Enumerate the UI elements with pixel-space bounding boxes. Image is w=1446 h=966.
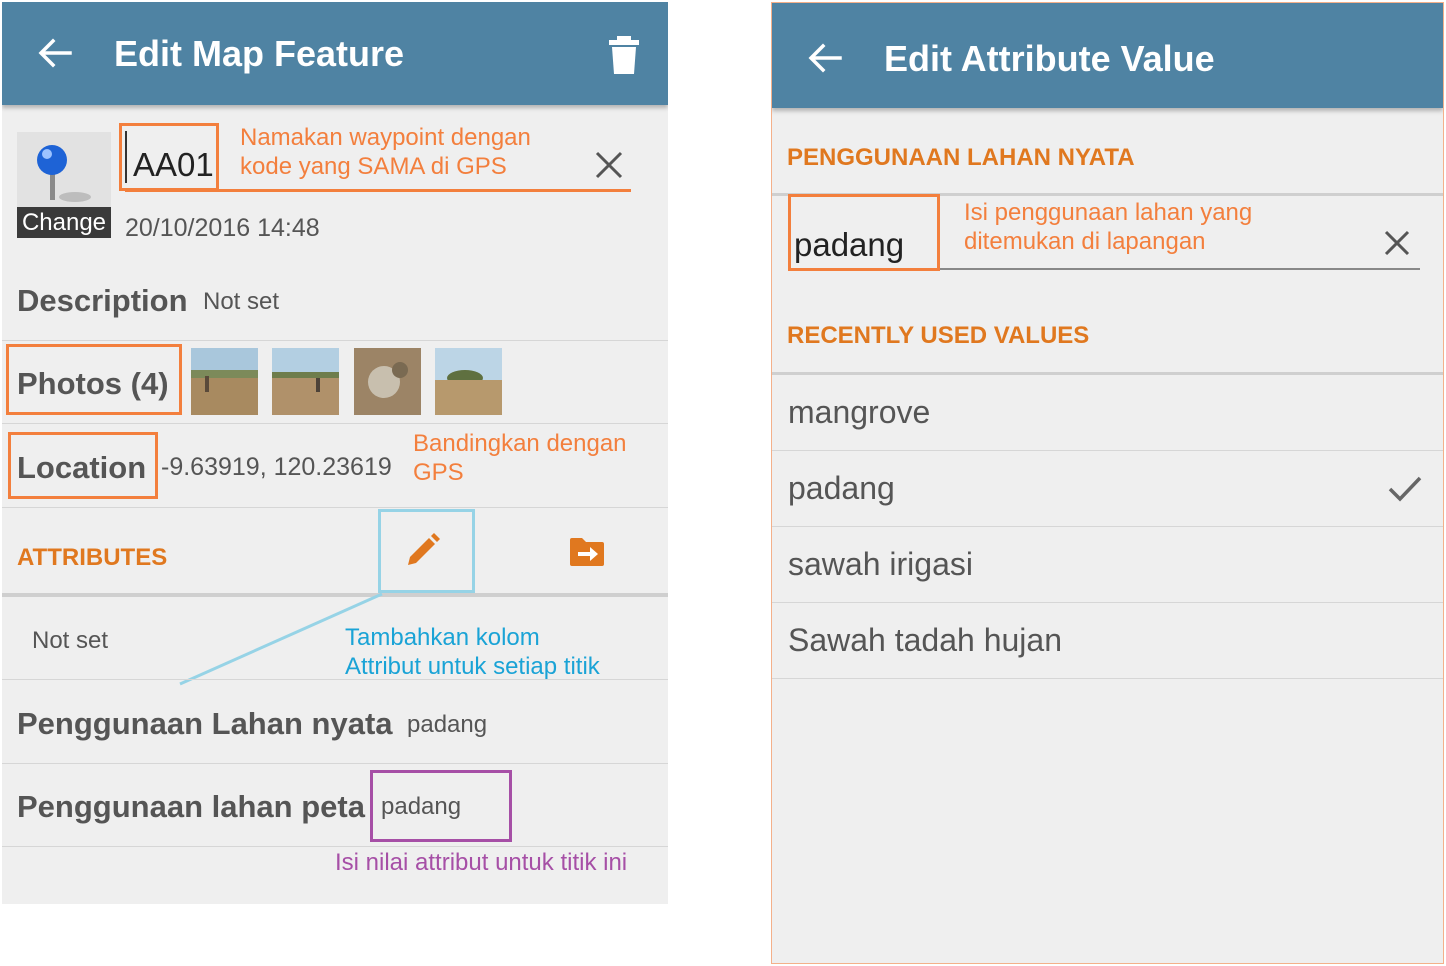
checkmark-icon	[1388, 476, 1422, 502]
edit-map-feature-screen: Edit Map Feature Change AA01 Namakan way…	[2, 2, 668, 904]
edit-attribute-value-screen: Edit Attribute Value PENGGUNAAN LAHAN NY…	[771, 2, 1444, 964]
name-input-cursor	[125, 131, 127, 183]
attribute-label-nyata[interactable]: Penggunaan Lahan nyata	[17, 706, 393, 742]
attributes-note: Tambahkan kolom Attribut untuk setiap ti…	[345, 624, 600, 680]
divider	[2, 763, 668, 764]
field-heading: PENGGUNAAN LAHAN NYATA	[787, 144, 1135, 171]
recent-value-label: mangrove	[788, 394, 931, 430]
app-bar: Edit Map Feature	[2, 2, 668, 105]
close-icon[interactable]	[1383, 229, 1411, 257]
photos-label[interactable]: Photos (4)	[17, 366, 169, 402]
photo-thumbnail[interactable]	[272, 348, 339, 415]
input-underline	[940, 268, 1420, 270]
page-title: Edit Map Feature	[114, 33, 405, 74]
divider	[2, 423, 668, 424]
input-note: Isi penggunaan lahan yang ditemukan di l…	[964, 199, 1253, 255]
recent-values-heading: RECENTLY USED VALUES	[787, 322, 1090, 349]
description-value[interactable]: Not set	[203, 288, 279, 316]
recent-value-label: sawah irigasi	[788, 546, 973, 582]
location-value: -9.63919, 120.23619	[161, 453, 392, 481]
description-label: Description	[17, 283, 188, 318]
photo-thumbnail[interactable]	[354, 348, 421, 415]
back-arrow-icon[interactable]	[806, 39, 844, 77]
photo-thumbnail[interactable]	[435, 348, 502, 415]
name-input[interactable]: AA01	[133, 146, 214, 184]
divider	[2, 507, 668, 508]
location-label[interactable]: Location	[17, 450, 146, 486]
divider	[2, 679, 668, 680]
feature-datetime: 20/10/2016 14:48	[125, 214, 320, 242]
attribute-value-peta[interactable]: padang	[381, 793, 461, 821]
recent-value-label: Sawah tadah hujan	[788, 622, 1062, 658]
attribute-value-nyata[interactable]: padang	[407, 711, 487, 739]
recent-value-item[interactable]: Sawah tadah hujan	[772, 603, 1443, 679]
name-note: Namakan waypoint dengan kode yang SAMA d…	[240, 124, 531, 180]
marker-change-button[interactable]: Change	[17, 132, 111, 238]
map-pin-icon	[37, 145, 91, 202]
location-note: Bandingkan dengan GPS	[413, 430, 627, 486]
attributes-value: Not set	[32, 627, 109, 654]
pencil-icon[interactable]	[405, 532, 441, 568]
page-title: Edit Attribute Value	[884, 38, 1215, 79]
attributes-heading: ATTRIBUTES	[17, 544, 168, 571]
change-label: Change	[17, 207, 111, 238]
attribute-label-peta[interactable]: Penggunaan lahan peta	[17, 789, 365, 825]
recent-value-item[interactable]: sawah irigasi	[772, 527, 1443, 603]
attribute-value-input[interactable]: padang	[794, 226, 904, 264]
value-note: Isi nilai attribut untuk titik ini	[335, 849, 628, 876]
recent-value-label: padang	[788, 470, 895, 506]
photo-thumbnail[interactable]	[191, 348, 258, 415]
close-icon[interactable]	[594, 150, 624, 180]
trash-icon[interactable]	[604, 34, 644, 76]
divider	[2, 340, 668, 341]
back-arrow-icon[interactable]	[36, 34, 74, 72]
folder-arrow-icon[interactable]	[568, 536, 606, 568]
recent-value-item[interactable]: mangrove	[772, 375, 1443, 451]
app-bar: Edit Attribute Value	[772, 3, 1443, 108]
recent-value-item[interactable]: padang	[772, 451, 1443, 527]
name-input-underline	[125, 189, 631, 192]
divider	[2, 846, 668, 847]
